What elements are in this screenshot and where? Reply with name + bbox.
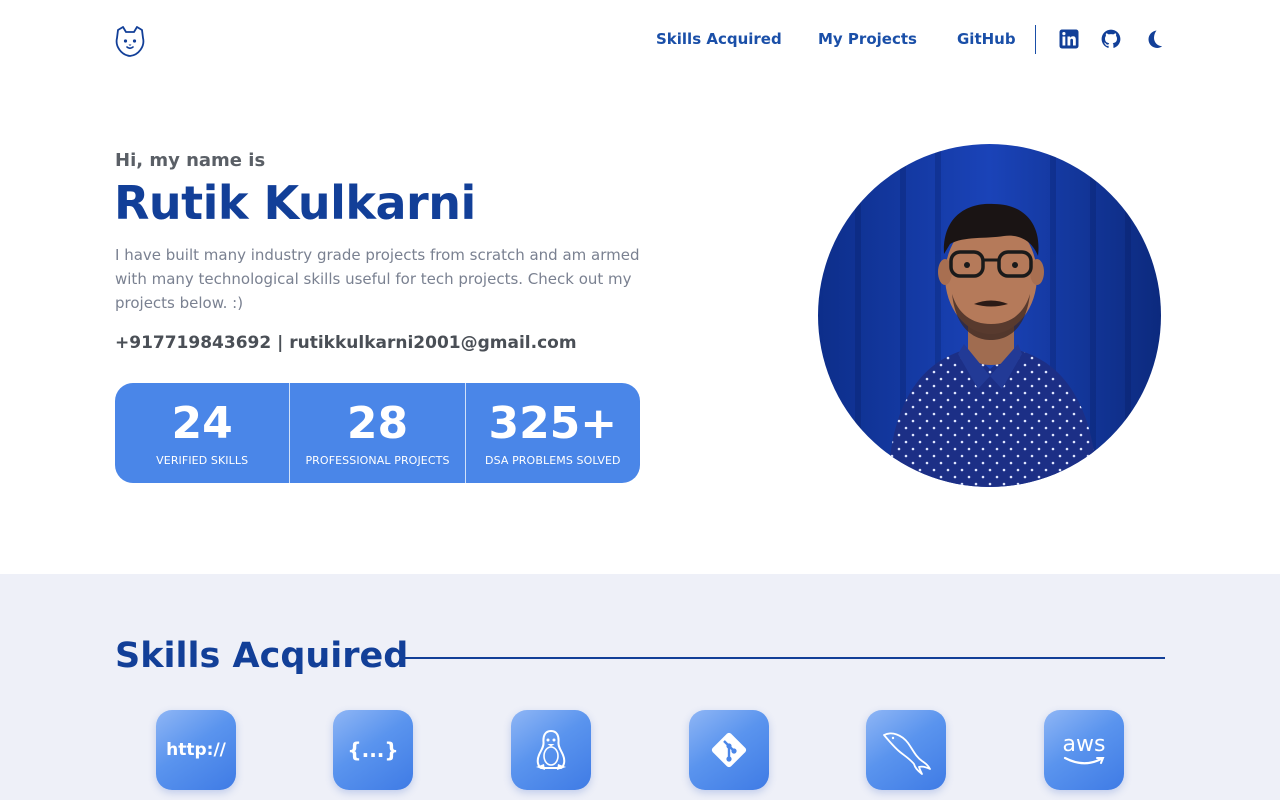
nav-divider xyxy=(1035,25,1036,54)
skills-heading: Skills Acquired xyxy=(115,636,409,676)
stat-label: PROFESSIONAL PROJECTS xyxy=(305,453,450,467)
stat-verified-skills: 24 VERIFIED SKILLS xyxy=(115,383,291,483)
skill-tile-mysql[interactable] xyxy=(866,710,946,790)
mysql-icon xyxy=(883,732,931,775)
nav-link-projects[interactable]: My Projects xyxy=(818,30,917,48)
github-icon[interactable] xyxy=(1101,29,1121,49)
hero-description: I have built many industry grade project… xyxy=(115,246,640,312)
linux-icon xyxy=(536,729,566,770)
hero-name: Rutik Kulkarni xyxy=(114,176,476,230)
nav-link-github[interactable]: GitHub xyxy=(957,30,1016,48)
json-icon: {...} xyxy=(347,738,399,762)
aws-smile-icon xyxy=(1063,756,1105,765)
http-icon: http:// xyxy=(166,740,226,760)
bear-logo-icon[interactable] xyxy=(114,24,146,58)
git-icon xyxy=(711,732,747,768)
linkedin-icon[interactable] xyxy=(1059,29,1079,49)
stat-label: VERIFIED SKILLS xyxy=(156,453,249,467)
skill-tile-json[interactable]: {...} xyxy=(333,710,413,790)
aws-icon: aws xyxy=(1062,732,1106,757)
stat-professional-projects: 28 PROFESSIONAL PROJECTS xyxy=(290,383,466,483)
stat-value: 28 xyxy=(346,397,409,449)
skill-tile-aws[interactable]: aws xyxy=(1044,710,1124,790)
stat-value: 325+ xyxy=(488,397,618,449)
stat-dsa-problems: 325+ DSA PROBLEMS SOLVED xyxy=(466,383,640,483)
nav-link-skills[interactable]: Skills Acquired xyxy=(656,30,782,48)
skill-tile-git[interactable] xyxy=(689,710,769,790)
stat-label: DSA PROBLEMS SOLVED xyxy=(485,453,621,467)
top-nav: Skills Acquired My Projects GitHub xyxy=(0,0,1280,80)
hero-greeting: Hi, my name is xyxy=(115,150,266,171)
moon-icon[interactable] xyxy=(1144,29,1164,49)
skill-tile-linux[interactable] xyxy=(511,710,591,790)
profile-photo xyxy=(818,144,1161,487)
stats-card: 24 VERIFIED SKILLS 28 PROFESSIONAL PROJE… xyxy=(115,383,640,483)
stat-value: 24 xyxy=(171,397,233,449)
hero-contact: +917719843692 | rutikkulkarni2001@gmail.… xyxy=(115,333,577,353)
skill-tile-http[interactable]: http:// xyxy=(156,710,236,790)
skills-heading-rule xyxy=(404,657,1165,659)
